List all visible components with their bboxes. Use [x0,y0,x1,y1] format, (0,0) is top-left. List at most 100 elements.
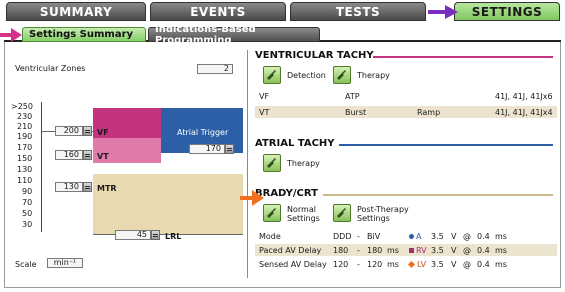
lead-label: RV [416,245,427,255]
mtr-rate-field[interactable]: 130 [55,182,83,192]
table-row: Sensed AV Delay 120 - 120 ms LV 3.5 V @ … [255,258,557,270]
row-unit: V [451,259,457,269]
row-detail: Burst [345,107,367,117]
ventricular-title-line [373,56,553,58]
wrench-icon [337,208,346,218]
vt-rate-field[interactable]: 160 [55,150,83,160]
row-detail: ATP [345,91,360,101]
wrench-icon [267,70,276,80]
ventricular-detection-button[interactable] [263,66,281,84]
settings-summary-panel: Ventricular Zones 2 >250 230 210 190 170… [4,42,561,288]
post-therapy-settings-button[interactable] [333,204,351,222]
therapy-label: Therapy [357,71,390,80]
tab-settings-summary[interactable]: Settings Summary [22,27,146,42]
lead-a-icon [409,233,414,239]
row-value-2: 180 [367,245,383,255]
ventricular-tachy-title: VENTRICULAR TACHY [255,50,374,61]
detection-label: Detection [287,71,326,80]
row-lead: A [409,232,421,241]
scale-tick: 130 [17,165,33,174]
row-name: Sensed AV Delay [259,259,327,269]
row-ms: ms [495,231,507,241]
top-tab-bar: SUMMARY EVENTS TESTS SETTINGS [0,0,565,22]
normal-settings-button[interactable] [263,204,281,222]
lrl-rate-field[interactable]: 45 [115,230,151,240]
tab-settings[interactable]: SETTINGS [454,2,560,21]
purple-arrow-icon [428,5,458,19]
lead-rv-icon [409,247,414,253]
row-ms: ms [495,259,507,269]
wrench-icon [337,70,346,80]
row-value-1: 180 [333,245,349,255]
mtr-zone [93,174,243,234]
pink-arrow-icon [0,28,22,42]
lrl-label: LRL [165,232,182,241]
row-at: @ [463,231,471,241]
post-therapy-label-1: Post-Therapy [357,205,409,214]
row-pulse-width: 0.4 [477,245,490,255]
scale-tick: 230 [17,112,33,121]
atrial-trigger-field[interactable]: 170 [189,144,225,154]
ventricular-zones-field[interactable]: 2 [197,64,233,74]
row-amplitude: 3.5 [431,245,444,255]
row-name: Paced AV Delay [259,245,322,255]
scale-tick: 50 [22,209,33,218]
lrl-spinner[interactable] [151,230,160,240]
tab-summary[interactable]: SUMMARY [6,2,146,21]
row-unit: V [451,231,457,241]
vf-rate-field[interactable]: 200 [55,126,83,136]
row-amplitude: 3.5 [431,259,444,269]
scale-tick: >250 [11,102,33,111]
mtr-spinner[interactable] [83,182,92,192]
normal-settings-label-2: Settings [287,214,320,223]
brady-title-line [323,194,553,196]
row-value-1: DDD [333,231,352,241]
table-row: VT Burst Ramp 41J, 41J, 41Jx4 [255,106,557,118]
tab-indications-based-programming[interactable]: Indications-Based Programming [148,24,320,46]
row-extra: Ramp [417,107,441,117]
orange-arrow-icon [240,190,264,206]
row-name: Mode [259,231,281,241]
ventricular-therapy-button[interactable] [333,66,351,84]
scale-tick: 90 [22,187,33,196]
scale-tick: 210 [17,122,33,131]
atrial-therapy-button[interactable] [263,154,281,172]
brady-crt-title: BRADY/CRT [255,188,318,199]
atrial-therapy-label: Therapy [287,159,320,168]
scale-tick: 30 [22,220,33,229]
row-shocks: 41J, 41J, 41Jx6 [495,91,553,101]
vt-spinner[interactable] [83,150,92,160]
scale-tick: 110 [17,176,33,185]
wrench-icon [267,208,276,218]
row-amplitude: 3.5 [431,231,444,241]
row-value-2: 120 [367,259,383,269]
row-shocks: 41J, 41J, 41Jx4 [495,107,553,117]
vt-label: VT [97,152,109,161]
row-value-2-unit: ms [387,245,399,255]
vf-label: VF [97,128,109,137]
ventricular-zones-label: Ventricular Zones [15,64,86,73]
atrial-trigger-label: Atrial Trigger [177,128,229,137]
scale-unit-select[interactable]: min⁻¹ [47,258,83,268]
scale-tick: 70 [22,198,33,207]
table-row: Paced AV Delay 180 - 180 ms RV 3.5 V @ 0… [255,244,557,256]
tab-events[interactable]: EVENTS [150,2,286,21]
row-value-2: BiV [367,231,381,241]
row-at: @ [463,259,471,269]
tab-tests[interactable]: TESTS [290,2,426,21]
row-pulse-width: 0.4 [477,231,490,241]
row-dash: - [357,245,360,255]
scale-tick: 190 [17,132,33,141]
row-zone: VF [259,91,270,101]
row-pulse-width: 0.4 [477,259,490,269]
row-value-1: 120 [333,259,349,269]
post-therapy-label-2: Settings [357,214,390,223]
wrench-icon [267,158,276,168]
row-unit: V [451,245,457,255]
atrial-trigger-spinner[interactable] [225,144,234,154]
row-lead: LV [407,260,426,269]
atrial-tachy-title: ATRIAL TACHY [255,138,335,149]
settings-details: VENTRICULAR TACHY Detection Therapy VF A… [255,48,557,284]
row-dash: - [357,231,360,241]
vf-spinner[interactable] [83,126,92,136]
